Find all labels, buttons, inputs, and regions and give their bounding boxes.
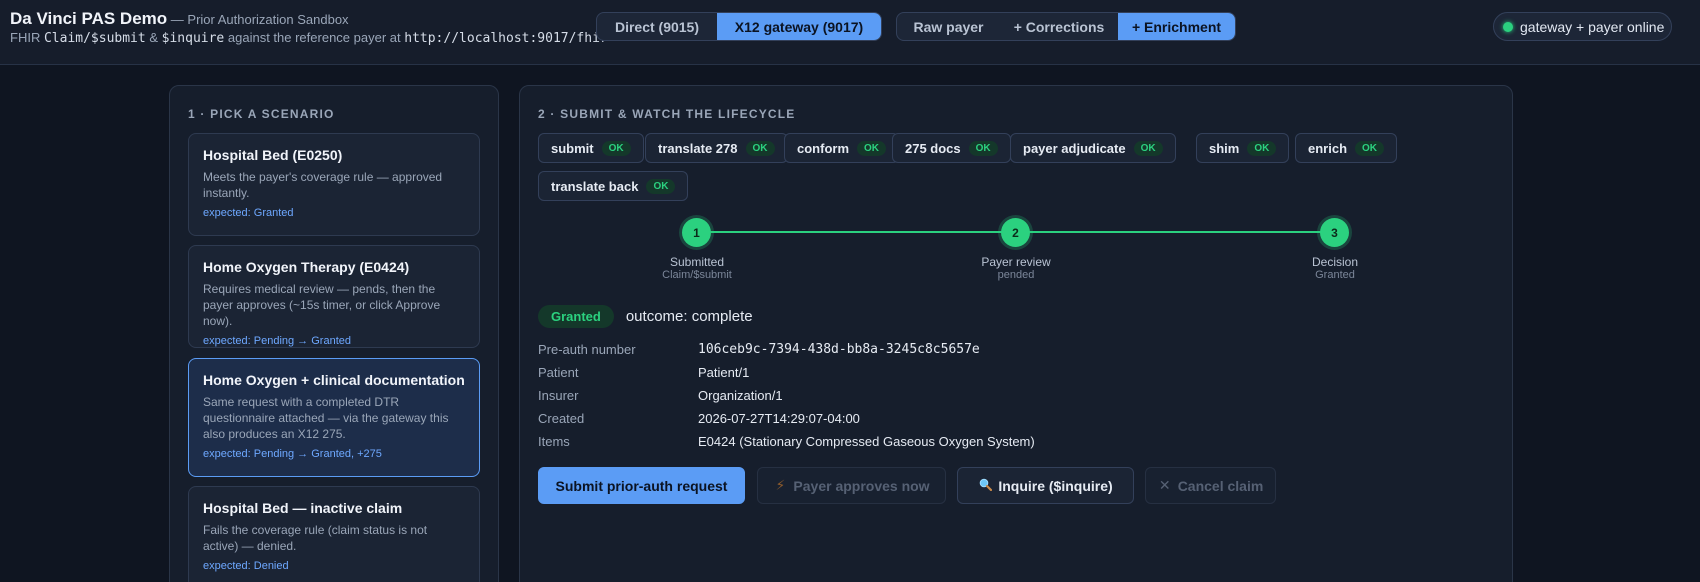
status-text: gateway + payer online: [1520, 18, 1665, 35]
scenario-description: Fails the coverage rule (claim status is…: [203, 523, 428, 553]
chip-label: 275 docs: [905, 140, 961, 156]
step-3-indicator: 3: [1320, 218, 1349, 247]
scenario-card-hospital-bed-inactive[interactable]: Hospital Bed — inactive claim Fails the …: [188, 486, 480, 582]
cancel-claim-button[interactable]: ✕ Cancel claim: [1145, 467, 1276, 504]
scenario-card-hospital-bed[interactable]: Hospital Bed (E0250) Meets the payer's c…: [188, 133, 480, 236]
ok-badge: OK: [968, 140, 998, 156]
ok-badge: OK: [646, 178, 676, 194]
scenario-description: Requires medical review — pends, then th…: [203, 282, 441, 328]
pipeline-chip-submit: submit OK: [538, 133, 644, 163]
submit-prior-auth-button[interactable]: Submit prior-auth request: [538, 467, 745, 504]
chip-label: payer adjudicate: [1023, 140, 1126, 156]
submit-endpoint-code: Claim/$submit: [43, 31, 146, 46]
payer-approves-now-button[interactable]: ⚡ Payer approves now: [757, 467, 946, 504]
detail-label: Pre-auth number: [538, 342, 636, 357]
chip-label: translate back: [551, 178, 639, 194]
pipeline-chip-shim: shim OK: [1196, 133, 1290, 163]
scenario-expected: expected: Pending → Granted, +275: [203, 448, 382, 460]
ok-badge: OK: [1247, 140, 1277, 156]
chip-label: shim: [1209, 140, 1240, 156]
line2-prefix: FHIR: [10, 30, 41, 45]
step-2-sub: pended: [997, 269, 1035, 281]
step-3-sub: Granted: [1315, 269, 1355, 281]
chip-label: translate 278: [658, 140, 738, 156]
lifecycle-progress: 1 Submitted Claim/$submit 2 Payer review…: [520, 216, 1514, 286]
patient-value: Patient/1: [698, 365, 750, 380]
step-3-label: Decision: [1311, 255, 1359, 269]
pipeline-chip-conform: conform OK: [784, 133, 899, 163]
pre-auth-number-value: 106ceb9c-7394-438d-bb8a-3245c8c5657e: [698, 342, 980, 357]
detail-label: Items: [538, 434, 570, 449]
scenario-expected: expected: Denied: [203, 560, 289, 572]
submit-button-label: Submit prior-auth request: [555, 477, 728, 494]
scenario-panel-heading: 1 · PICK A SCENARIO: [188, 107, 335, 121]
brand: Da Vinci PAS Demo — Prior Authorization …: [10, 9, 349, 29]
view-raw-payer-option[interactable]: Raw payer: [897, 13, 1000, 40]
endpoint-description: FHIR Claim/$submit & $inquire against th…: [10, 30, 608, 46]
scenario-panel: 1 · PICK A SCENARIO Hospital Bed (E0250)…: [169, 85, 499, 582]
inquire-button[interactable]: Inquire ($inquire): [957, 467, 1134, 504]
payer-url: http://localhost:9017/fhir: [404, 31, 608, 46]
insurer-value: Organization/1: [698, 388, 783, 403]
app-header: Da Vinci PAS Demo — Prior Authorization …: [0, 0, 1700, 65]
lightning-icon: ⚡: [775, 477, 786, 493]
inquire-button-label: Inquire ($inquire): [998, 477, 1113, 494]
line2-mid: against the reference payer at: [227, 30, 401, 45]
scenario-card-home-oxygen-documentation[interactable]: Home Oxygen + clinical documentation Sam…: [188, 358, 480, 477]
app-title: Da Vinci PAS Demo: [10, 9, 168, 28]
detail-label: Created: [538, 411, 585, 426]
pipeline-chip-payer-adjudicate: payer adjudicate OK: [1010, 133, 1176, 163]
outcome-row: Granted outcome: complete: [538, 305, 753, 328]
magnifier-icon: [978, 478, 992, 494]
scenario-description: Meets the payer's coverage rule — approv…: [203, 170, 443, 200]
cancel-button-label: Cancel claim: [1177, 477, 1264, 494]
approve-button-label: Payer approves now: [793, 477, 930, 494]
ok-badge: OK: [1355, 140, 1385, 156]
line2-amp: &: [149, 30, 159, 45]
scenario-title: Home Oxygen + clinical documentation: [203, 372, 465, 388]
ok-badge: OK: [745, 140, 775, 156]
online-dot-icon: [1503, 21, 1513, 32]
inquire-endpoint-code: $inquire: [161, 31, 225, 46]
lifecycle-panel: 2 · SUBMIT & WATCH THE LIFECYCLE submit …: [519, 85, 1513, 582]
scenario-card-home-oxygen[interactable]: Home Oxygen Therapy (E0424) Requires med…: [188, 245, 480, 348]
created-value: 2026-07-27T14:29:07-04:00: [698, 411, 860, 426]
scenario-description: Same request with a completed DTR questi…: [203, 395, 449, 441]
view-corrections-option[interactable]: + Corrections: [1000, 13, 1118, 40]
scenario-expected: expected: Granted: [203, 207, 294, 219]
lifecycle-panel-heading: 2 · SUBMIT & WATCH THE LIFECYCLE: [538, 107, 796, 121]
chip-label: enrich: [1308, 140, 1348, 156]
scenario-expected: expected: Pending → Granted: [203, 335, 351, 347]
status-badge: gateway + payer online: [1493, 12, 1672, 41]
view-enrichment-option[interactable]: + Enrichment: [1118, 13, 1235, 40]
step-1-sub: Claim/$submit: [662, 269, 732, 281]
mode-toggle: Direct (9015) X12 gateway (9017): [596, 12, 882, 41]
detail-label: Patient: [538, 365, 579, 380]
scenario-title: Hospital Bed (E0250): [203, 147, 343, 163]
pipeline-chip-enrich: enrich OK: [1295, 133, 1398, 163]
detail-label: Insurer: [538, 388, 579, 403]
ok-badge: OK: [1133, 140, 1163, 156]
step-2-label: Payer review: [981, 255, 1051, 269]
pipeline-chip-translate-278: translate 278 OK: [645, 133, 788, 163]
mode-direct-option[interactable]: Direct (9015): [597, 13, 717, 40]
pipeline-chip-275-docs: 275 docs OK: [892, 133, 1011, 163]
step-1-label: Submitted: [669, 255, 725, 269]
step-2-indicator: 2: [1001, 218, 1030, 247]
outcome-status-badge: Granted: [538, 305, 614, 328]
app-subtitle: — Prior Authorization Sandbox: [170, 12, 349, 27]
chip-label: submit: [551, 140, 594, 156]
items-value: E0424 (Stationary Compressed Gaseous Oxy…: [698, 434, 1035, 449]
mode-x12-gateway-option[interactable]: X12 gateway (9017): [717, 13, 881, 40]
ok-badge: OK: [857, 140, 886, 156]
step-1-indicator: 1: [682, 218, 711, 247]
view-toggle: Raw payer + Corrections + Enrichment: [896, 12, 1236, 41]
pipeline-chip-translate-back: translate back OK: [538, 171, 689, 201]
outcome-text: outcome: complete: [625, 308, 753, 325]
scenario-title: Hospital Bed — inactive claim: [203, 500, 403, 516]
chip-label: conform: [797, 140, 849, 156]
x-icon: ✕: [1158, 477, 1171, 493]
ok-badge: OK: [601, 140, 631, 156]
scenario-title: Home Oxygen Therapy (E0424): [203, 259, 410, 275]
